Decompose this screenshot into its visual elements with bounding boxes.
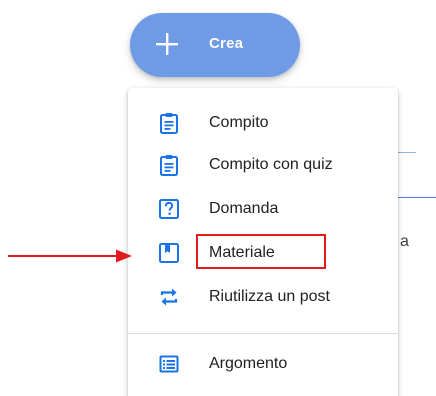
question-icon	[159, 199, 179, 219]
create-button[interactable]: Crea	[130, 13, 300, 77]
menu-item-question[interactable]: Domanda	[128, 189, 398, 229]
menu-item-reuse-post[interactable]: Riutilizza un post	[128, 277, 398, 317]
menu-item-label: Argomento	[209, 355, 288, 372]
material-icon	[159, 243, 179, 263]
topic-list-icon	[159, 355, 179, 373]
screenshot-stage: a Crea Compito Compito con quiz Domanda …	[0, 0, 436, 396]
menu-divider	[128, 333, 398, 334]
annotation-highlight-box	[196, 234, 326, 269]
menu-item-quiz-assignment[interactable]: Compito con quiz	[128, 145, 398, 185]
menu-item-label: Compito con quiz	[209, 156, 333, 173]
menu-item-topic[interactable]: Argomento	[128, 344, 398, 384]
assignment-icon	[160, 113, 178, 134]
annotation-arrow-icon	[8, 249, 132, 263]
menu-item-label: Riutilizza un post	[209, 288, 330, 305]
plus-icon	[156, 33, 178, 55]
menu-item-label: Domanda	[209, 200, 279, 217]
background-divider	[398, 152, 416, 153]
create-button-label: Crea	[209, 35, 244, 52]
menu-item-assignment[interactable]: Compito	[128, 103, 398, 143]
reuse-icon	[160, 288, 178, 306]
background-text-fragment: a	[400, 233, 409, 250]
menu-item-label: Compito	[209, 114, 269, 131]
background-tab-underline	[398, 197, 436, 198]
quiz-assignment-icon	[160, 155, 178, 176]
